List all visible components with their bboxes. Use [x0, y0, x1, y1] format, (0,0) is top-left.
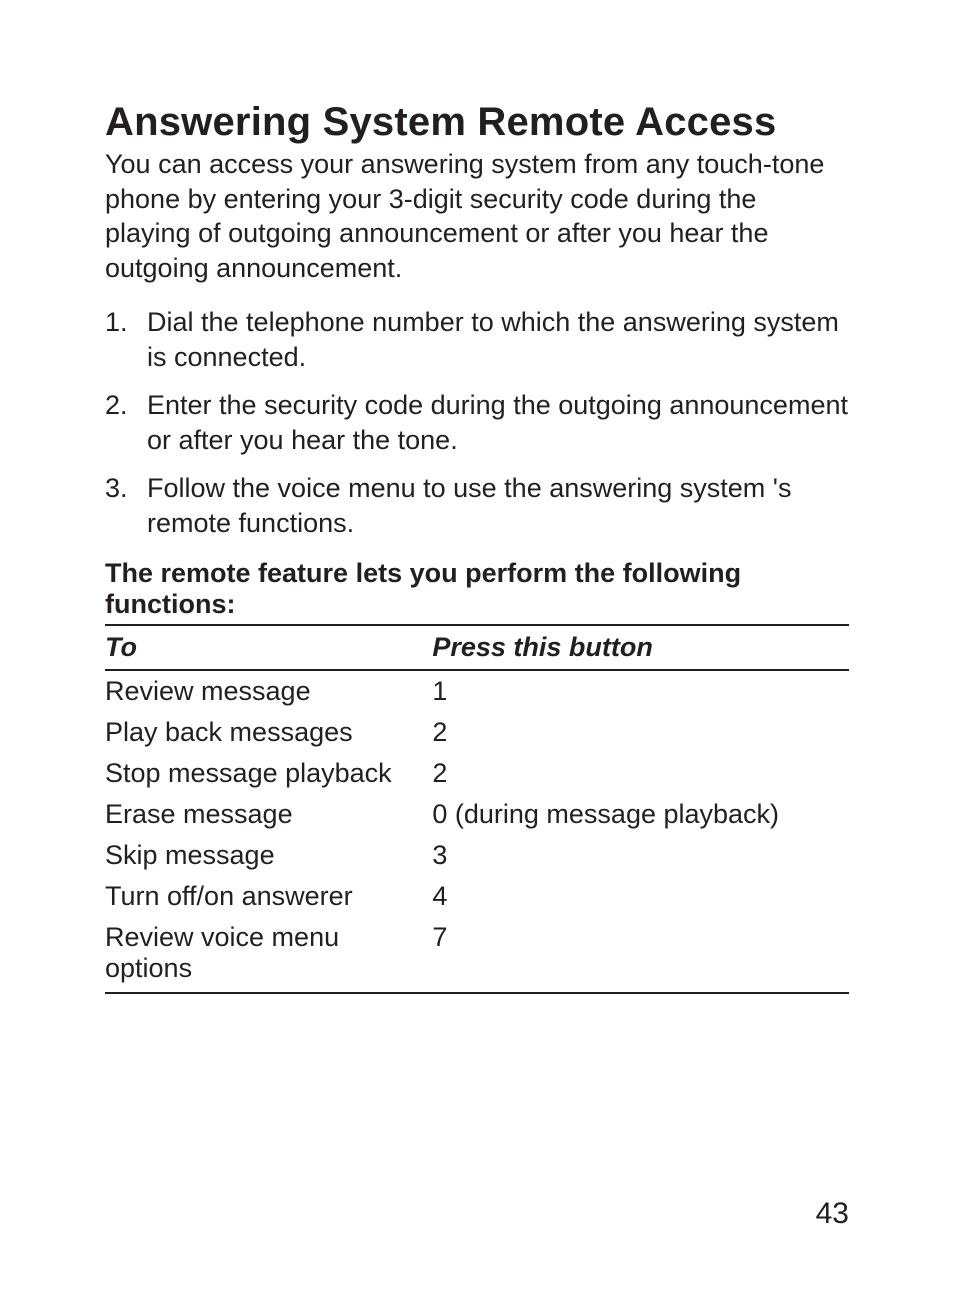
cell-press: 7 — [432, 917, 849, 993]
cell-to: Skip message — [105, 835, 432, 876]
remote-functions-table: To Press this button Review message 1 Pl… — [105, 624, 849, 994]
page-number: 43 — [816, 1197, 849, 1231]
step-item: Follow the voice menu to use the answeri… — [105, 471, 849, 540]
step-item: Dial the telephone number to which the a… — [105, 305, 849, 374]
cell-press: 1 — [432, 670, 849, 712]
table-row: Turn off/on answerer 4 — [105, 876, 849, 917]
table-row: Play back messages 2 — [105, 712, 849, 753]
manual-page: Answering System Remote Access You can a… — [0, 0, 954, 1301]
table-row: Stop message playback 2 — [105, 753, 849, 794]
cell-press: 2 — [432, 712, 849, 753]
intro-paragraph: You can access your answering system fro… — [105, 147, 849, 285]
cell-to: Review voice menu options — [105, 917, 432, 993]
table-intro: The remote feature lets you perform the … — [105, 558, 849, 620]
cell-to: Turn off/on answerer — [105, 876, 432, 917]
table-row: Review message 1 — [105, 670, 849, 712]
cell-press: 3 — [432, 835, 849, 876]
table-row: Review voice menu options 7 — [105, 917, 849, 993]
cell-to: Play back messages — [105, 712, 432, 753]
cell-to: Review message — [105, 670, 432, 712]
steps-list: Dial the telephone number to which the a… — [105, 305, 849, 540]
cell-press: 4 — [432, 876, 849, 917]
page-title: Answering System Remote Access — [105, 100, 849, 145]
table-row: Skip message 3 — [105, 835, 849, 876]
cell-to: Erase message — [105, 794, 432, 835]
cell-to: Stop message playback — [105, 753, 432, 794]
cell-press: 2 — [432, 753, 849, 794]
table-header-to: To — [105, 625, 432, 670]
cell-press: 0 (during message playback) — [432, 794, 849, 835]
table-row: Erase message 0 (during message playback… — [105, 794, 849, 835]
step-item: Enter the security code during the outgo… — [105, 388, 849, 457]
table-header-press: Press this button — [432, 625, 849, 670]
